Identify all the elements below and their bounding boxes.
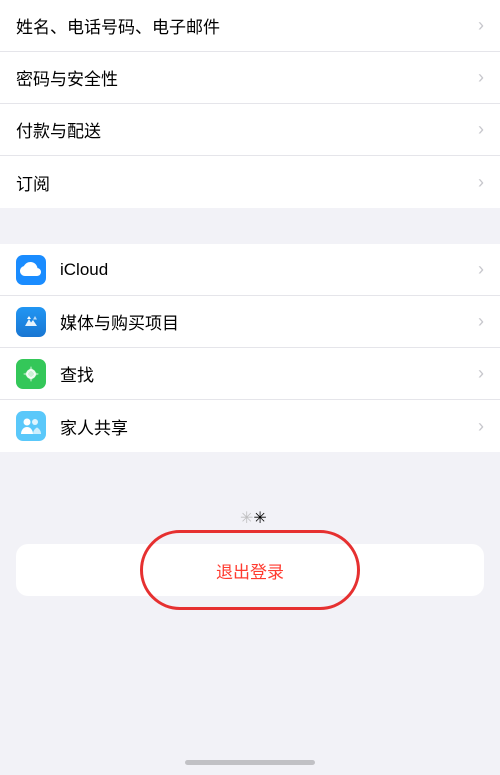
password-security-item[interactable]: 密码与安全性 ›	[0, 52, 500, 104]
logout-button[interactable]: 退出登录	[16, 544, 484, 596]
bottom-section: ✳ 退出登录	[0, 488, 500, 775]
subscriptions-label: 订阅	[16, 170, 470, 195]
section-divider-2	[0, 452, 500, 488]
bottom-bar	[0, 760, 500, 775]
family-sharing-item[interactable]: 家人共享 ›	[0, 400, 500, 452]
family-sharing-label: 家人共享	[60, 414, 470, 439]
chevron-icon: ›	[478, 259, 484, 280]
spinner-area: ✳	[240, 508, 260, 528]
logout-wrapper: 退出登录	[0, 544, 500, 596]
chevron-icon: ›	[478, 119, 484, 140]
media-purchase-item[interactable]: 媒体与购买项目 ›	[0, 296, 500, 348]
chevron-icon: ›	[478, 67, 484, 88]
services-section: iCloud › 媒体与购买项目 ›	[0, 244, 500, 452]
family-icon	[16, 411, 46, 441]
media-purchase-label: 媒体与购买项目	[60, 309, 470, 334]
icloud-item[interactable]: iCloud ›	[0, 244, 500, 296]
name-phone-email-item[interactable]: 姓名、电话号码、电子邮件 ›	[0, 0, 500, 52]
payment-delivery-item[interactable]: 付款与配送 ›	[0, 104, 500, 156]
payment-delivery-label: 付款与配送	[16, 117, 470, 142]
icloud-label: iCloud	[60, 260, 470, 280]
find-item[interactable]: 查找 ›	[0, 348, 500, 400]
appstore-icon	[16, 307, 46, 337]
chevron-icon: ›	[478, 416, 484, 437]
account-section: 姓名、电话号码、电子邮件 › 密码与安全性 › 付款与配送 › 订阅 ›	[0, 0, 500, 208]
settings-page: 姓名、电话号码、电子邮件 › 密码与安全性 › 付款与配送 › 订阅 › iCl…	[0, 0, 500, 775]
chevron-icon: ›	[478, 172, 484, 193]
loading-spinner: ✳	[240, 508, 260, 528]
find-label: 查找	[60, 361, 470, 386]
subscriptions-item[interactable]: 订阅 ›	[0, 156, 500, 208]
icloud-icon	[16, 255, 46, 285]
find-icon	[16, 359, 46, 389]
home-indicator	[185, 760, 315, 765]
chevron-icon: ›	[478, 15, 484, 36]
chevron-icon: ›	[478, 311, 484, 332]
logout-label: 退出登录	[216, 558, 284, 583]
name-phone-email-label: 姓名、电话号码、电子邮件	[16, 13, 470, 38]
password-security-label: 密码与安全性	[16, 65, 470, 90]
chevron-icon: ›	[478, 363, 484, 384]
section-divider-1	[0, 208, 500, 244]
